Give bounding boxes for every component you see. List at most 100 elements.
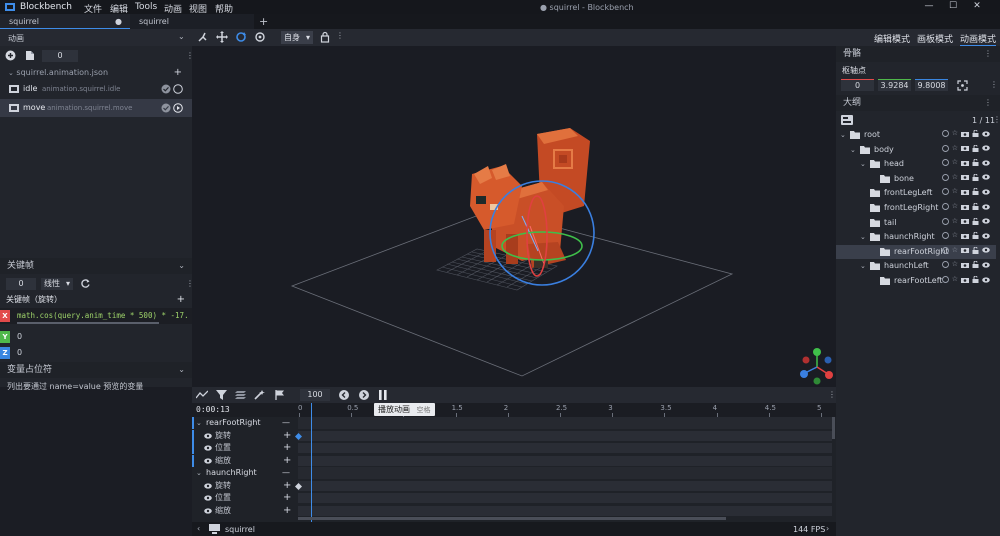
chevron-down-icon[interactable]: ⌄ — [178, 32, 185, 41]
outliner-item-rearFootRight[interactable]: rearFootRight ☆ — [836, 244, 996, 259]
camera-icon[interactable] — [961, 218, 969, 225]
expression-scrollbar[interactable] — [17, 322, 159, 324]
eye-icon[interactable] — [982, 203, 990, 210]
eye-icon[interactable] — [982, 189, 990, 195]
add-icon[interactable]: + — [177, 292, 185, 308]
add-keyframe-icon[interactable]: + — [283, 430, 291, 442]
reset-icon[interactable] — [941, 276, 949, 283]
chevron-left-icon[interactable]: ‹ — [197, 524, 200, 533]
timeline-track[interactable] — [298, 455, 832, 466]
timeline-bone-haunchRight[interactable]: ⌄ haunchRight — — [192, 467, 836, 479]
timeline-ruler[interactable]: 0:00:13 00.511.522.533.544.55 — [192, 403, 836, 417]
more-options-icon[interactable]: ⋮ — [993, 115, 1000, 124]
timeline-vscrollbar[interactable] — [832, 417, 835, 439]
lock-open-icon[interactable] — [972, 261, 979, 269]
reset-icon[interactable] — [941, 261, 949, 269]
chevron-down-icon[interactable]: ⌄ — [840, 128, 846, 142]
chevron-down-icon[interactable]: ⌄ — [196, 467, 202, 479]
reset-icon[interactable] — [941, 173, 949, 181]
chevron-down-icon[interactable]: ⌄ — [860, 259, 866, 273]
eye-icon[interactable] — [982, 174, 990, 180]
chevron-down-icon[interactable]: ⌄ — [860, 157, 866, 171]
keyframe-time-input[interactable]: 0 — [6, 278, 36, 290]
chevron-down-icon[interactable]: ⌄ — [850, 143, 856, 157]
outliner-item-haunchLeft[interactable]: ⌄ haunchLeft ☆ — [836, 259, 996, 273]
play-circle-icon[interactable] — [173, 103, 183, 113]
star-icon[interactable]: ☆ — [952, 276, 958, 283]
rotate-tool-icon[interactable] — [235, 31, 248, 44]
outliner-item-bone[interactable]: bone ☆ — [836, 172, 996, 186]
timeline-track[interactable] — [298, 505, 832, 516]
chevron-down-icon[interactable]: ⌄ — [860, 230, 866, 244]
axis-y-value[interactable]: 0 — [17, 329, 22, 345]
camera-icon[interactable] — [961, 189, 969, 195]
outliner-item-rearFootLeft[interactable]: rearFootLeft ☆ — [836, 274, 996, 288]
3d-viewport[interactable] — [192, 46, 836, 387]
reset-icon[interactable] — [941, 203, 949, 210]
camera-icon[interactable] — [961, 204, 969, 210]
camera-icon[interactable] — [961, 145, 969, 152]
load-file-icon[interactable] — [25, 50, 35, 61]
add-keyframe-icon[interactable]: + — [283, 480, 291, 492]
pose-tool-icon[interactable] — [197, 31, 210, 44]
outliner-header[interactable]: 大纲 ⋮ — [836, 95, 1000, 111]
play-circle-icon[interactable] — [173, 84, 183, 94]
pivot-y-input[interactable]: 3.9284 — [878, 79, 911, 91]
lock-open-icon[interactable] — [972, 203, 979, 210]
filter-icon[interactable] — [216, 390, 227, 400]
add-keyframe-icon[interactable]: + — [283, 442, 291, 454]
reset-icon[interactable] — [80, 278, 91, 289]
minimize-icon[interactable]: — — [922, 1, 936, 13]
toggle-options-icon[interactable] — [841, 115, 853, 125]
star-icon[interactable]: ☆ — [952, 159, 958, 166]
timeline-channel-row[interactable]: 缩放 + — [192, 505, 836, 517]
eye-icon[interactable] — [982, 276, 990, 283]
keyframe-axis-z[interactable]: Z 0 — [0, 345, 192, 361]
timeline-scrollbar[interactable] — [298, 517, 726, 520]
reset-icon[interactable] — [941, 159, 949, 167]
add-keyframe-icon[interactable]: + — [283, 492, 291, 504]
camera-icon[interactable] — [961, 262, 969, 268]
pivot-x-input[interactable]: 0 — [841, 79, 874, 91]
eye-icon[interactable] — [982, 233, 990, 239]
lock-open-icon[interactable] — [972, 276, 979, 283]
reset-icon[interactable] — [941, 188, 949, 196]
reset-icon[interactable] — [941, 130, 949, 137]
star-icon[interactable]: ☆ — [952, 261, 958, 268]
star-icon[interactable]: ☆ — [952, 217, 958, 225]
keyframe-diamond-icon[interactable] — [295, 432, 302, 440]
interpolation-select[interactable]: 线性 ▾ — [41, 278, 73, 290]
reset-icon[interactable] — [941, 232, 949, 240]
add-animation-icon[interactable] — [5, 50, 16, 61]
lock-open-icon[interactable] — [972, 130, 979, 137]
eye-icon[interactable] — [204, 457, 212, 464]
pause-icon[interactable] — [379, 390, 387, 400]
chevron-right-icon[interactable]: › — [826, 524, 829, 533]
animation-panel-tab[interactable]: 动画 — [8, 33, 24, 44]
star-icon[interactable]: ☆ — [952, 130, 958, 137]
animation-item-move[interactable]: move animation.squirrel.move — [0, 99, 192, 117]
close-icon[interactable]: ✕ — [970, 1, 984, 13]
timeline-track[interactable] — [298, 467, 832, 479]
save-check-icon[interactable] — [161, 84, 171, 94]
more-options-icon[interactable]: ⋮ — [984, 95, 992, 111]
keyframe-axis-x[interactable]: X math.cos(query.anim_time * 500) * -17. — [0, 308, 192, 324]
chevron-down-icon[interactable]: ⌄ — [196, 417, 202, 429]
flag-icon[interactable] — [275, 390, 285, 400]
outliner-item-frontLegRight[interactable]: frontLegRight ☆ — [836, 201, 996, 215]
eye-icon[interactable] — [982, 130, 990, 137]
tab-squirrel-active[interactable]: squirrel ● — [0, 14, 130, 29]
lock-open-icon[interactable] — [972, 144, 979, 152]
channels-icon[interactable] — [235, 391, 246, 399]
lock-open-icon[interactable] — [972, 232, 979, 240]
eye-icon[interactable] — [982, 145, 990, 151]
add-keyframe-icon[interactable]: + — [283, 505, 291, 517]
chevron-down-icon[interactable]: ⌄ — [178, 258, 185, 274]
timeline-channel-row[interactable]: 位置 + — [192, 442, 836, 454]
tab-squirrel[interactable]: squirrel — [130, 14, 254, 29]
animation-fps-input[interactable]: 100 — [300, 389, 330, 401]
lock-icon[interactable] — [319, 31, 332, 44]
camera-icon[interactable] — [961, 174, 969, 181]
lock-open-icon[interactable] — [972, 246, 979, 254]
star-icon[interactable]: ☆ — [952, 173, 958, 181]
